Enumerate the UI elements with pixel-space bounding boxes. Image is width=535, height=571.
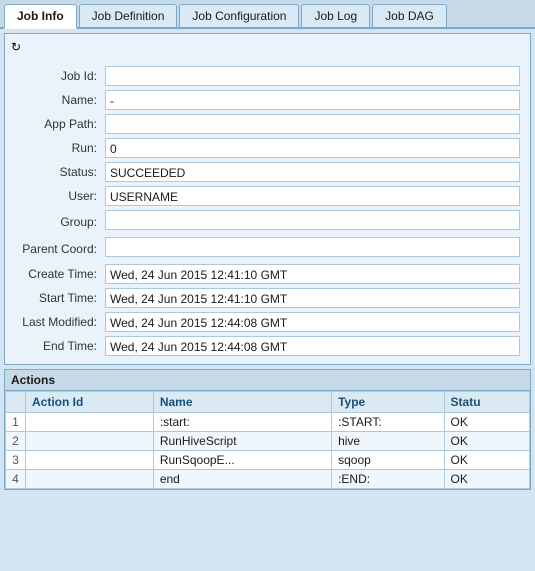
last-modified-row: Last Modified: Wed, 24 Jun 2015 12:44:08… xyxy=(11,310,524,334)
job-id-cell xyxy=(101,64,524,88)
status-row: Status: SUCCEEDED xyxy=(11,160,524,184)
row-num: 4 xyxy=(6,470,26,489)
end-time-row: End Time: Wed, 24 Jun 2015 12:44:08 GMT xyxy=(11,334,524,358)
action-name-cell: end xyxy=(153,470,331,489)
actions-table: Action Id Name Type Statu 1 :start: :STA… xyxy=(5,391,530,489)
actions-section: Actions Action Id Name Type Statu 1 :sta… xyxy=(4,369,531,490)
status-label: Status: xyxy=(11,160,101,184)
group-value xyxy=(105,210,520,230)
col-type: Type xyxy=(332,392,444,413)
action-name-cell: RunSqoopE... xyxy=(153,451,331,470)
end-time-value: Wed, 24 Jun 2015 12:44:08 GMT xyxy=(105,336,520,356)
refresh-icon[interactable]: ↻ xyxy=(11,40,29,58)
tab-job-configuration[interactable]: Job Configuration xyxy=(179,4,299,27)
user-cell: USERNAME xyxy=(101,184,524,208)
app-path-input[interactable] xyxy=(105,114,520,134)
refresh-row: ↻ xyxy=(11,40,524,58)
actions-table-header-row: Action Id Name Type Statu xyxy=(6,392,530,413)
tab-job-log[interactable]: Job Log xyxy=(301,4,370,27)
action-type-cell: :START: xyxy=(332,413,444,432)
action-status-cell: OK xyxy=(444,413,529,432)
action-type-cell: sqoop xyxy=(332,451,444,470)
action-name-cell: RunHiveScript xyxy=(153,432,331,451)
col-action-id: Action Id xyxy=(26,392,154,413)
action-status-cell: OK xyxy=(444,451,529,470)
run-cell: 0 xyxy=(101,136,524,160)
action-status-cell: OK xyxy=(444,470,529,489)
col-name: Name xyxy=(153,392,331,413)
table-row: 4 end :END: OK xyxy=(6,470,530,489)
name-value: - xyxy=(105,90,520,110)
end-time-cell: Wed, 24 Jun 2015 12:44:08 GMT xyxy=(101,334,524,358)
create-time-row: Create Time: Wed, 24 Jun 2015 12:41:10 G… xyxy=(11,262,524,286)
tab-bar: Job Info Job Definition Job Configuratio… xyxy=(0,0,535,29)
parent-coord-label: Parent Coord: xyxy=(11,235,101,262)
app-path-cell xyxy=(101,112,524,136)
create-time-label: Create Time: xyxy=(11,262,101,286)
job-info-panel: ↻ Job Id: Name: - App Path: Run: 0 xyxy=(4,33,531,365)
action-type-cell: :END: xyxy=(332,470,444,489)
app-path-row: App Path: xyxy=(11,112,524,136)
action-id-cell xyxy=(26,432,154,451)
user-label: User: xyxy=(11,184,101,208)
status-value: SUCCEEDED xyxy=(105,162,520,182)
tab-job-definition[interactable]: Job Definition xyxy=(79,4,178,27)
end-time-label: End Time: xyxy=(11,334,101,358)
run-row: Run: 0 xyxy=(11,136,524,160)
tab-job-dag[interactable]: Job DAG xyxy=(372,4,447,27)
app-path-label: App Path: xyxy=(11,112,101,136)
create-time-cell: Wed, 24 Jun 2015 12:41:10 GMT xyxy=(101,262,524,286)
group-cell xyxy=(101,208,524,235)
status-cell: SUCCEEDED xyxy=(101,160,524,184)
last-modified-cell: Wed, 24 Jun 2015 12:44:08 GMT xyxy=(101,310,524,334)
tab-job-info[interactable]: Job Info xyxy=(4,4,77,29)
col-status: Statu xyxy=(444,392,529,413)
start-time-label: Start Time: xyxy=(11,286,101,310)
table-row: 3 RunSqoopE... sqoop OK xyxy=(6,451,530,470)
action-id-cell xyxy=(26,470,154,489)
group-row: Group: xyxy=(11,208,524,235)
action-name-cell: :start: xyxy=(153,413,331,432)
create-time-value: Wed, 24 Jun 2015 12:41:10 GMT xyxy=(105,264,520,284)
job-id-row: Job Id: xyxy=(11,64,524,88)
parent-coord-cell xyxy=(101,235,524,262)
job-id-input[interactable] xyxy=(105,66,520,86)
start-time-value: Wed, 24 Jun 2015 12:41:10 GMT xyxy=(105,288,520,308)
name-label: Name: xyxy=(11,88,101,112)
start-time-cell: Wed, 24 Jun 2015 12:41:10 GMT xyxy=(101,286,524,310)
row-num: 3 xyxy=(6,451,26,470)
name-cell: - xyxy=(101,88,524,112)
last-modified-label: Last Modified: xyxy=(11,310,101,334)
action-id-cell xyxy=(26,413,154,432)
table-row: 1 :start: :START: OK xyxy=(6,413,530,432)
run-label: Run: xyxy=(11,136,101,160)
actions-header: Actions xyxy=(5,370,530,391)
row-num: 2 xyxy=(6,432,26,451)
parent-coord-row: Parent Coord: xyxy=(11,235,524,262)
user-row: User: USERNAME xyxy=(11,184,524,208)
run-value: 0 xyxy=(105,138,520,158)
action-id-cell xyxy=(26,451,154,470)
last-modified-value: Wed, 24 Jun 2015 12:44:08 GMT xyxy=(105,312,520,332)
col-num xyxy=(6,392,26,413)
action-status-cell: OK xyxy=(444,432,529,451)
user-value: USERNAME xyxy=(105,186,520,206)
row-num: 1 xyxy=(6,413,26,432)
start-time-row: Start Time: Wed, 24 Jun 2015 12:41:10 GM… xyxy=(11,286,524,310)
table-row: 2 RunHiveScript hive OK xyxy=(6,432,530,451)
job-info-form: Job Id: Name: - App Path: Run: 0 Status: xyxy=(11,64,524,358)
action-type-cell: hive xyxy=(332,432,444,451)
name-row: Name: - xyxy=(11,88,524,112)
group-label: Group: xyxy=(11,208,101,235)
job-id-label: Job Id: xyxy=(11,64,101,88)
parent-coord-value xyxy=(105,237,520,257)
